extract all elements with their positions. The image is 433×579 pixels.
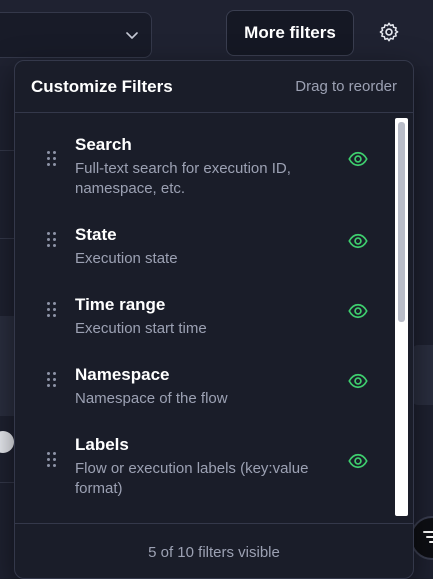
eye-icon[interactable]: [348, 371, 368, 391]
scrollbar[interactable]: [395, 118, 408, 516]
filter-list: Search Full-text search for execution ID,…: [15, 114, 395, 522]
eye-icon[interactable]: [348, 301, 368, 321]
drag-handle-icon[interactable]: [45, 302, 57, 320]
eye-icon[interactable]: [348, 149, 368, 169]
filter-item-search[interactable]: Search Full-text search for execution ID,…: [15, 135, 395, 205]
filter-item-name: State: [75, 225, 117, 244]
eye-icon[interactable]: [348, 451, 368, 471]
filter-item-description: Full-text search for execution ID, names…: [75, 160, 291, 197]
visible-count: 5 of 10 filters visible: [15, 523, 413, 578]
filter-item-name: Namespace: [75, 365, 170, 384]
filter-item-description: Flow or execution labels (key:value form…: [75, 460, 309, 497]
filter-icon: [423, 531, 433, 543]
eye-icon[interactable]: [348, 231, 368, 251]
filter-item-description: Execution state: [75, 250, 178, 267]
background-card-edge: [412, 345, 433, 405]
drag-hint: Drag to reorder: [295, 78, 397, 95]
panel-header: Customize Filters Drag to reorder: [15, 61, 413, 113]
filter-item-name: Search: [75, 135, 132, 154]
filter-item-time-range[interactable]: Time range Execution start time: [15, 295, 395, 365]
chevron-down-icon: [126, 32, 138, 39]
more-filters-button[interactable]: More filters: [226, 10, 354, 56]
filter-item-state[interactable]: State Execution state: [15, 225, 395, 295]
filter-item-name: Labels: [75, 435, 129, 454]
drag-handle-icon[interactable]: [45, 232, 57, 250]
filter-item-namespace[interactable]: Namespace Namespace of the flow: [15, 365, 395, 435]
drag-handle-icon[interactable]: [45, 372, 57, 390]
gear-icon[interactable]: [378, 21, 400, 43]
filter-item-description: Namespace of the flow: [75, 390, 228, 407]
filter-item-labels[interactable]: Labels Flow or execution labels (key:valu…: [15, 435, 395, 505]
scrollbar-thumb[interactable]: [398, 122, 405, 322]
panel-title: Customize Filters: [31, 76, 173, 96]
toggle-knob[interactable]: [0, 431, 14, 453]
drag-handle-icon[interactable]: [45, 452, 57, 470]
drag-handle-icon[interactable]: [45, 151, 57, 169]
filter-item-description: Execution start time: [75, 320, 207, 337]
filter-select[interactable]: [0, 12, 152, 58]
filter-item-name: Time range: [75, 295, 166, 314]
customize-filters-panel: Customize Filters Drag to reorder Search…: [14, 60, 414, 579]
